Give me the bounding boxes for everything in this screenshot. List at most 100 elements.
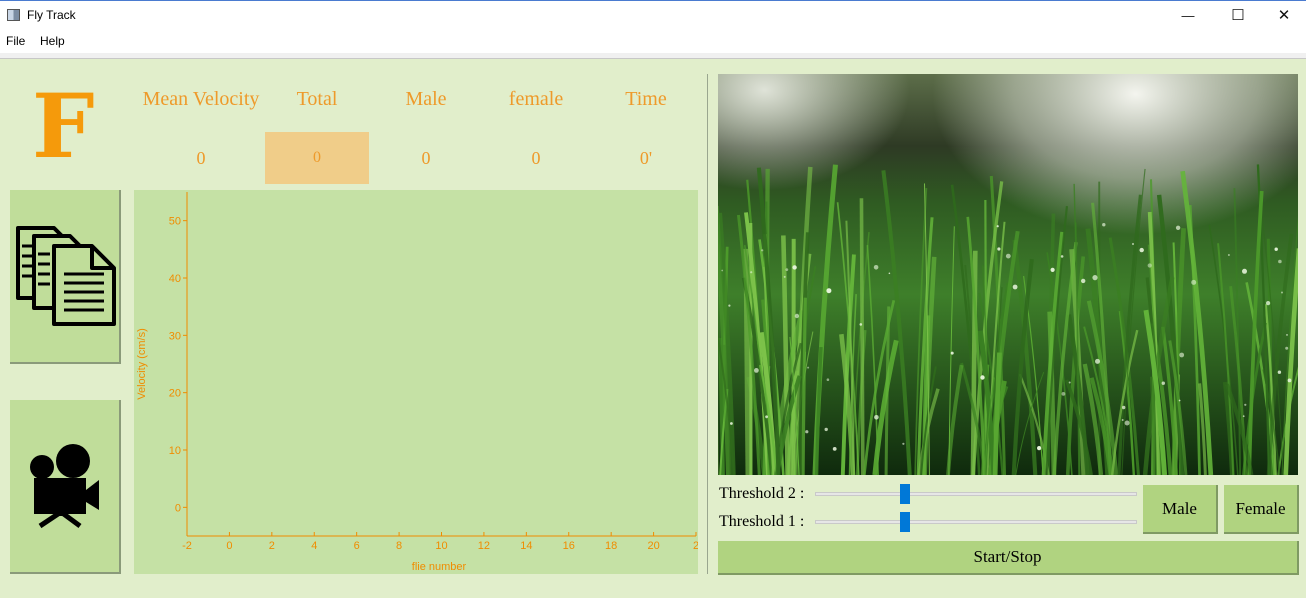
dew-drop bbox=[873, 265, 879, 270]
dew-drop bbox=[1277, 370, 1282, 374]
velocity-chart: 0 10 20 30 40 50 -2 0 2 4 6 8 10 12 14 16 18 20 2 flie numb… bbox=[136, 192, 699, 573]
x-tick-label: 2 bbox=[693, 540, 698, 552]
x-tick-label: 2 bbox=[269, 540, 275, 552]
dew-drop bbox=[761, 249, 764, 252]
dew-drop bbox=[1161, 381, 1165, 385]
dew-drop bbox=[1068, 381, 1071, 384]
dew-drop bbox=[1037, 446, 1042, 451]
female-label: female bbox=[508, 88, 564, 110]
total-label: Total bbox=[296, 88, 338, 110]
dew-drop bbox=[1244, 403, 1247, 406]
dew-drop bbox=[1285, 346, 1289, 350]
video-camera-icon bbox=[30, 444, 99, 529]
menu-file[interactable]: File bbox=[6, 34, 25, 48]
x-tick-label: 10 bbox=[435, 540, 447, 552]
open-video-button[interactable] bbox=[10, 400, 121, 574]
male-button[interactable]: Male bbox=[1143, 485, 1218, 534]
dew-drop bbox=[1122, 405, 1126, 410]
threshold2-label: Threshold 2 : bbox=[719, 485, 805, 502]
dew-drop bbox=[980, 375, 985, 380]
start-stop-button[interactable]: Start/Stop bbox=[718, 541, 1299, 575]
app-logo: F bbox=[32, 74, 95, 178]
dew-drop bbox=[1242, 268, 1247, 274]
dew-drop bbox=[1278, 259, 1282, 264]
dew-drop bbox=[1179, 352, 1185, 358]
dew-drop bbox=[1124, 420, 1130, 426]
x-tick-label: 12 bbox=[478, 540, 490, 552]
dew-drop bbox=[1050, 267, 1055, 272]
y-tick-label: 0 bbox=[175, 502, 181, 514]
dew-drop bbox=[1274, 247, 1278, 251]
close-icon: ✕ bbox=[1277, 7, 1291, 24]
dew-drop bbox=[874, 415, 879, 420]
dew-drop bbox=[728, 304, 731, 307]
dew-drop bbox=[1227, 254, 1230, 256]
dew-drop bbox=[950, 351, 954, 355]
y-tick-label: 40 bbox=[169, 273, 181, 285]
minimize-button[interactable]: — bbox=[1165, 1, 1211, 31]
menu-bar: File Help bbox=[0, 31, 1306, 53]
dew-drop bbox=[1012, 284, 1018, 290]
minimize-icon: — bbox=[1181, 8, 1195, 23]
velocity-chart-panel: 0 10 20 30 40 50 -2 0 2 4 6 8 10 12 14 16 18 20 2 flie numb… bbox=[134, 190, 699, 574]
y-tick-label: 10 bbox=[169, 445, 181, 457]
dew-drop bbox=[785, 268, 789, 271]
threshold1-label: Threshold 1 : bbox=[719, 513, 805, 530]
female-button[interactable]: Female bbox=[1224, 485, 1299, 534]
dew-drop bbox=[1095, 358, 1100, 364]
panel-divider bbox=[707, 74, 708, 574]
grass-blade bbox=[859, 198, 865, 475]
dew-drop bbox=[794, 313, 800, 319]
close-button[interactable]: ✕ bbox=[1261, 1, 1306, 31]
dew-drop bbox=[996, 225, 999, 228]
x-tick-label: 8 bbox=[396, 540, 402, 552]
maximize-icon: ☐ bbox=[1231, 7, 1245, 24]
dew-drop bbox=[1147, 263, 1152, 268]
window-title: Fly Track bbox=[27, 8, 76, 22]
maximize-button[interactable]: ☐ bbox=[1215, 1, 1261, 31]
dew-drop bbox=[765, 415, 768, 419]
dew-drop bbox=[730, 422, 733, 425]
dew-drop bbox=[1178, 399, 1181, 402]
dew-drop bbox=[1081, 278, 1086, 284]
dew-drop bbox=[859, 323, 863, 326]
female-value: 0 bbox=[531, 148, 541, 168]
time-label: Time bbox=[625, 88, 667, 110]
dew-drop bbox=[805, 430, 809, 434]
dew-drop bbox=[1102, 223, 1106, 227]
title-bar: Fly Track — ☐ ✕ bbox=[0, 0, 1306, 31]
threshold2-slider[interactable] bbox=[815, 484, 1137, 504]
open-files-button[interactable] bbox=[10, 190, 121, 364]
x-tick-label: 20 bbox=[647, 540, 659, 552]
dew-drop bbox=[832, 447, 837, 451]
dew-drop bbox=[1242, 415, 1245, 418]
x-axis-label: flie number bbox=[412, 561, 467, 573]
male-label: Male bbox=[405, 88, 447, 110]
dew-drop bbox=[1287, 378, 1292, 383]
y-axis-label: Velocity (cm/s) bbox=[136, 328, 148, 400]
total-value: 0 bbox=[313, 149, 321, 166]
x-tick-label: 16 bbox=[563, 540, 575, 552]
dew-drop bbox=[783, 275, 786, 278]
dew-drop bbox=[1286, 334, 1288, 336]
y-tick-label: 20 bbox=[169, 388, 181, 400]
dew-drop bbox=[750, 271, 753, 274]
threshold1-slider[interactable] bbox=[815, 512, 1137, 532]
threshold2-handle[interactable] bbox=[900, 484, 911, 504]
dew-drop bbox=[807, 366, 810, 369]
x-tick-label: 0 bbox=[226, 540, 232, 552]
dew-drop bbox=[1175, 225, 1181, 230]
dew-drop bbox=[1061, 392, 1066, 396]
male-value: 0 bbox=[421, 148, 431, 168]
dew-drop bbox=[1005, 253, 1011, 259]
menu-help[interactable]: Help bbox=[40, 34, 65, 48]
y-tick-label: 50 bbox=[169, 216, 181, 228]
threshold1-handle[interactable] bbox=[900, 512, 911, 532]
dew-drop bbox=[1281, 291, 1283, 294]
x-tick-label: 6 bbox=[354, 540, 360, 552]
app-icon bbox=[7, 9, 20, 21]
x-tick-label: -2 bbox=[182, 540, 192, 552]
dew-drop bbox=[826, 378, 830, 382]
menu-separator bbox=[0, 53, 1306, 59]
dew-drop bbox=[721, 269, 724, 272]
